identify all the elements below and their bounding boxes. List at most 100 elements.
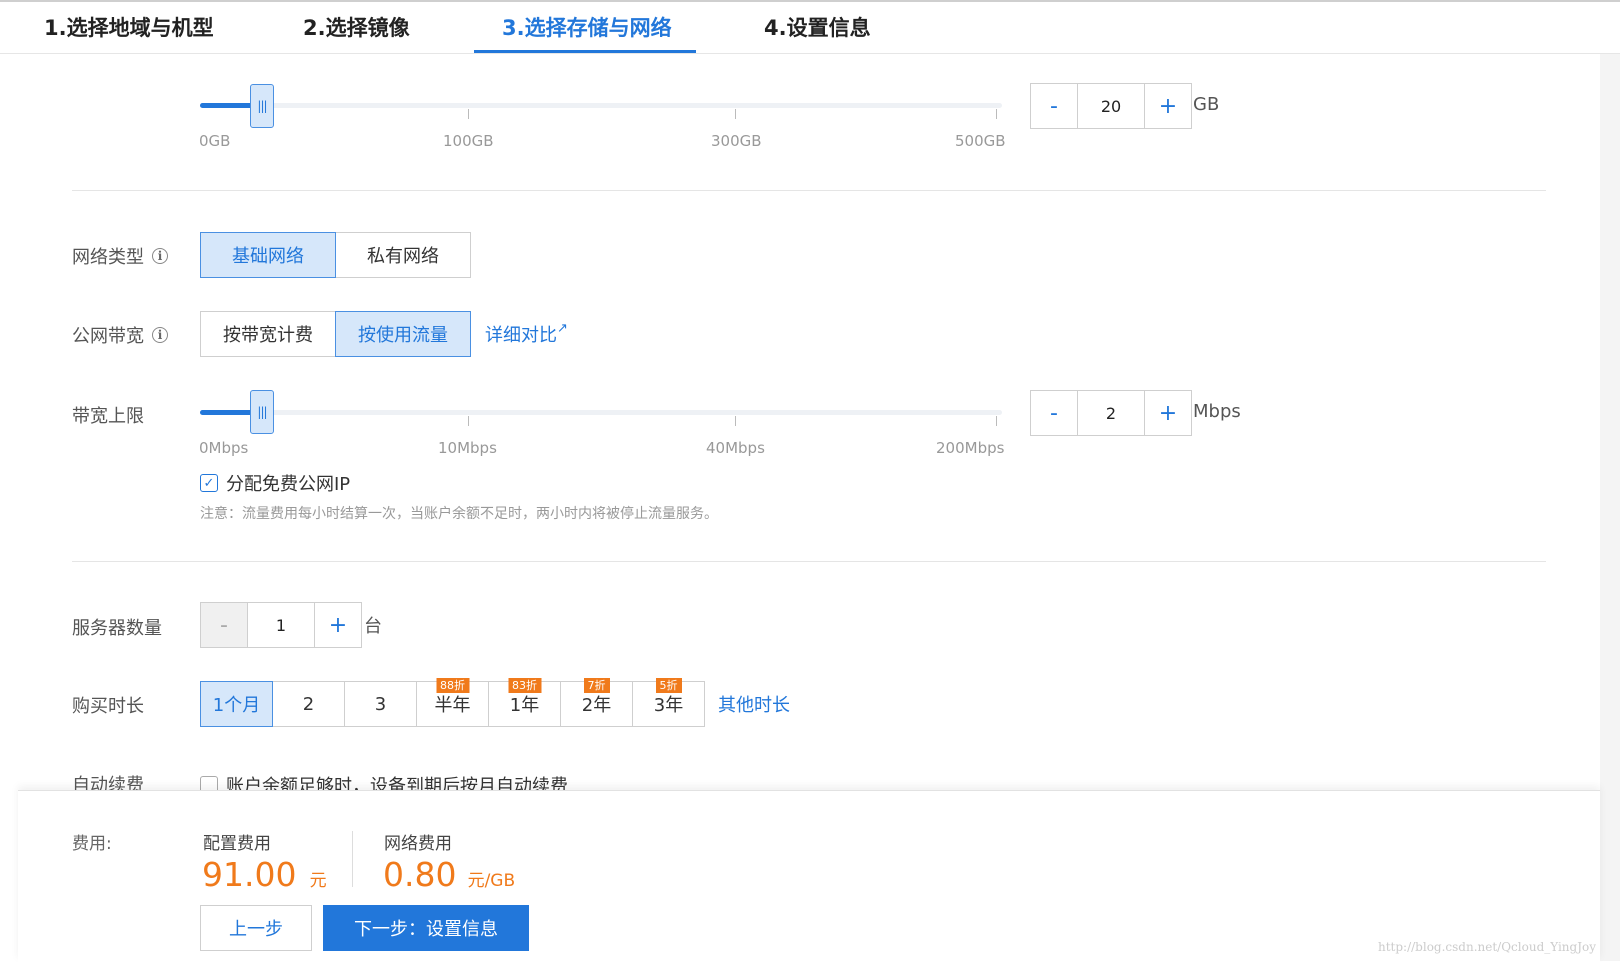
server-count-increment-button[interactable]: + <box>315 603 361 647</box>
info-icon[interactable]: i <box>152 248 168 264</box>
duration-option-3-years[interactable]: 5折 3年 <box>632 678 705 727</box>
duration-option-label[interactable]: 半年 <box>435 691 471 717</box>
duration-option-label[interactable]: 2 <box>303 694 314 715</box>
compare-details-link[interactable]: 详细对比↗ <box>485 321 568 347</box>
network-fee-price: 0.80 <box>383 855 457 894</box>
tab-settings-info[interactable]: 4.设置信息 <box>764 12 871 42</box>
section-divider <box>72 190 1546 191</box>
storage-slider-handle[interactable]: ||| <box>250 84 274 128</box>
config-fee: 91.00 元 <box>202 855 327 894</box>
previous-step-button[interactable]: 上一步 <box>200 905 312 951</box>
external-link-icon: ↗ <box>557 321 568 336</box>
other-duration-link[interactable]: 其他时长 <box>718 691 790 717</box>
storage-unit: GB <box>1193 94 1220 115</box>
duration-option-label[interactable]: 1个月 <box>213 691 260 717</box>
duration-option-label[interactable]: 1年 <box>510 691 539 717</box>
storage-tick-label: 300GB <box>711 132 762 150</box>
slider-tick <box>468 416 469 426</box>
network-type-label: 网络类型 i <box>72 243 168 269</box>
slider-tick <box>735 416 736 426</box>
bandwidth-tick-label: 40Mbps <box>706 439 765 457</box>
bandwidth-unit: Mbps <box>1193 401 1241 422</box>
storage-size-input[interactable]: 20 <box>1077 84 1145 128</box>
fee-footer: 费用: 配置费用 91.00 元 网络费用 0.80 元/GB 上一步 下一步：… <box>18 790 1600 962</box>
storage-increment-button[interactable]: + <box>1145 84 1191 128</box>
free-ip-label[interactable]: 分配免费公网IP <box>226 470 350 496</box>
purchase-duration-label: 购买时长 <box>72 696 144 717</box>
duration-option-label[interactable]: 2年 <box>582 691 611 717</box>
bandwidth-decrement-button[interactable]: - <box>1031 391 1077 435</box>
duration-option-2[interactable]: 2 <box>272 681 345 727</box>
slider-tick <box>996 416 997 426</box>
bandwidth-increment-button[interactable]: + <box>1145 391 1191 435</box>
free-ip-checkbox[interactable]: ✓ <box>200 474 218 492</box>
duration-option-1-year[interactable]: 83折 1年 <box>488 678 561 727</box>
network-type-private-option[interactable]: 私有网络 <box>335 232 471 278</box>
duration-option-label[interactable]: 3 <box>375 694 386 715</box>
server-count-stepper: - 1 + <box>200 602 362 648</box>
server-count-label: 服务器数量 <box>72 618 162 639</box>
grip-icon: ||| <box>257 405 267 419</box>
storage-tick-label: 0GB <box>199 132 231 150</box>
storage-decrement-button[interactable]: - <box>1031 84 1077 128</box>
bandwidth-stepper: - 2 + <box>1030 390 1192 436</box>
next-step-button[interactable]: 下一步：设置信息 <box>323 905 529 951</box>
bandwidth-billing-label: 公网带宽 i <box>72 322 168 348</box>
duration-option-label[interactable]: 3年 <box>654 691 683 717</box>
duration-option-1-month[interactable]: 1个月 <box>200 681 273 727</box>
network-fee: 0.80 元/GB <box>383 855 515 894</box>
network-type-basic-option[interactable]: 基础网络 <box>200 232 336 278</box>
server-count-input[interactable]: 1 <box>247 603 315 647</box>
bandwidth-tick-label: 0Mbps <box>199 439 249 457</box>
slider-tick <box>735 109 736 119</box>
bandwidth-tick-label: 10Mbps <box>438 439 497 457</box>
bill-by-traffic-option[interactable]: 按使用流量 <box>335 311 471 357</box>
section-divider <box>72 561 1546 562</box>
network-fee-unit: 元/GB <box>467 871 516 891</box>
info-icon[interactable]: i <box>152 327 168 343</box>
config-fee-title: 配置费用 <box>203 834 271 854</box>
active-tab-indicator <box>474 50 696 53</box>
duration-option-half-year[interactable]: 88折 半年 <box>416 678 489 727</box>
bandwidth-billing-label-text: 公网带宽 <box>72 326 144 347</box>
config-fee-price: 91.00 <box>202 855 297 894</box>
network-type-label-text: 网络类型 <box>72 247 144 268</box>
storage-stepper: - 20 + <box>1030 83 1192 129</box>
free-ip-option[interactable]: ✓ 分配免费公网IP <box>200 470 350 496</box>
storage-slider-track[interactable] <box>200 103 1002 108</box>
bandwidth-input[interactable]: 2 <box>1077 391 1145 435</box>
duration-option-3[interactable]: 3 <box>344 681 417 727</box>
slider-tick <box>996 109 997 119</box>
discount-badge: 7折 <box>583 678 610 693</box>
bandwidth-slider-track[interactable] <box>200 410 1002 415</box>
config-fee-unit: 元 <box>309 871 327 891</box>
fee-divider <box>352 831 353 887</box>
fee-label: 费用: <box>72 834 112 854</box>
discount-badge: 88折 <box>436 678 469 693</box>
bandwidth-billing-selector: 按带宽计费 按使用流量 <box>200 311 471 357</box>
network-fee-title: 网络费用 <box>384 834 452 854</box>
bandwidth-slider-handle[interactable]: ||| <box>250 390 274 434</box>
step-tabs: 1.选择地域与机型 2.选择镜像 3.选择存储与网络 4.设置信息 <box>0 0 1620 54</box>
bandwidth-limit-label: 带宽上限 <box>72 406 144 427</box>
page-gutter <box>1600 54 1620 961</box>
server-count-unit: 台 <box>364 616 382 637</box>
server-count-decrement-button[interactable]: - <box>201 603 247 647</box>
bill-by-bandwidth-option[interactable]: 按带宽计费 <box>200 311 336 357</box>
grip-icon: ||| <box>257 99 267 113</box>
tab-region-and-model[interactable]: 1.选择地域与机型 <box>44 12 214 42</box>
network-type-selector: 基础网络 私有网络 <box>200 232 471 278</box>
tab-image[interactable]: 2.选择镜像 <box>303 12 410 42</box>
storage-tick-label: 500GB <box>955 132 1006 150</box>
discount-badge: 5折 <box>655 678 682 693</box>
traffic-billing-note: 注意：流量费用每小时结算一次，当账户余额不足时，两小时内将被停止流量服务。 <box>200 506 718 522</box>
duration-option-2-years[interactable]: 7折 2年 <box>560 678 633 727</box>
bandwidth-tick-label: 200Mbps <box>936 439 1005 457</box>
watermark-url: http://blog.csdn.net/Qcloud_YingJoy <box>1378 940 1597 954</box>
slider-tick <box>468 109 469 119</box>
discount-badge: 83折 <box>508 678 541 693</box>
purchase-duration-selector: 1个月 2 3 88折 半年 83折 1年 7折 2年 5折 3年 <box>200 678 705 727</box>
compare-details-link-text[interactable]: 详细对比 <box>485 325 557 346</box>
storage-tick-label: 100GB <box>443 132 494 150</box>
tab-storage-and-network[interactable]: 3.选择存储与网络 <box>502 12 672 42</box>
